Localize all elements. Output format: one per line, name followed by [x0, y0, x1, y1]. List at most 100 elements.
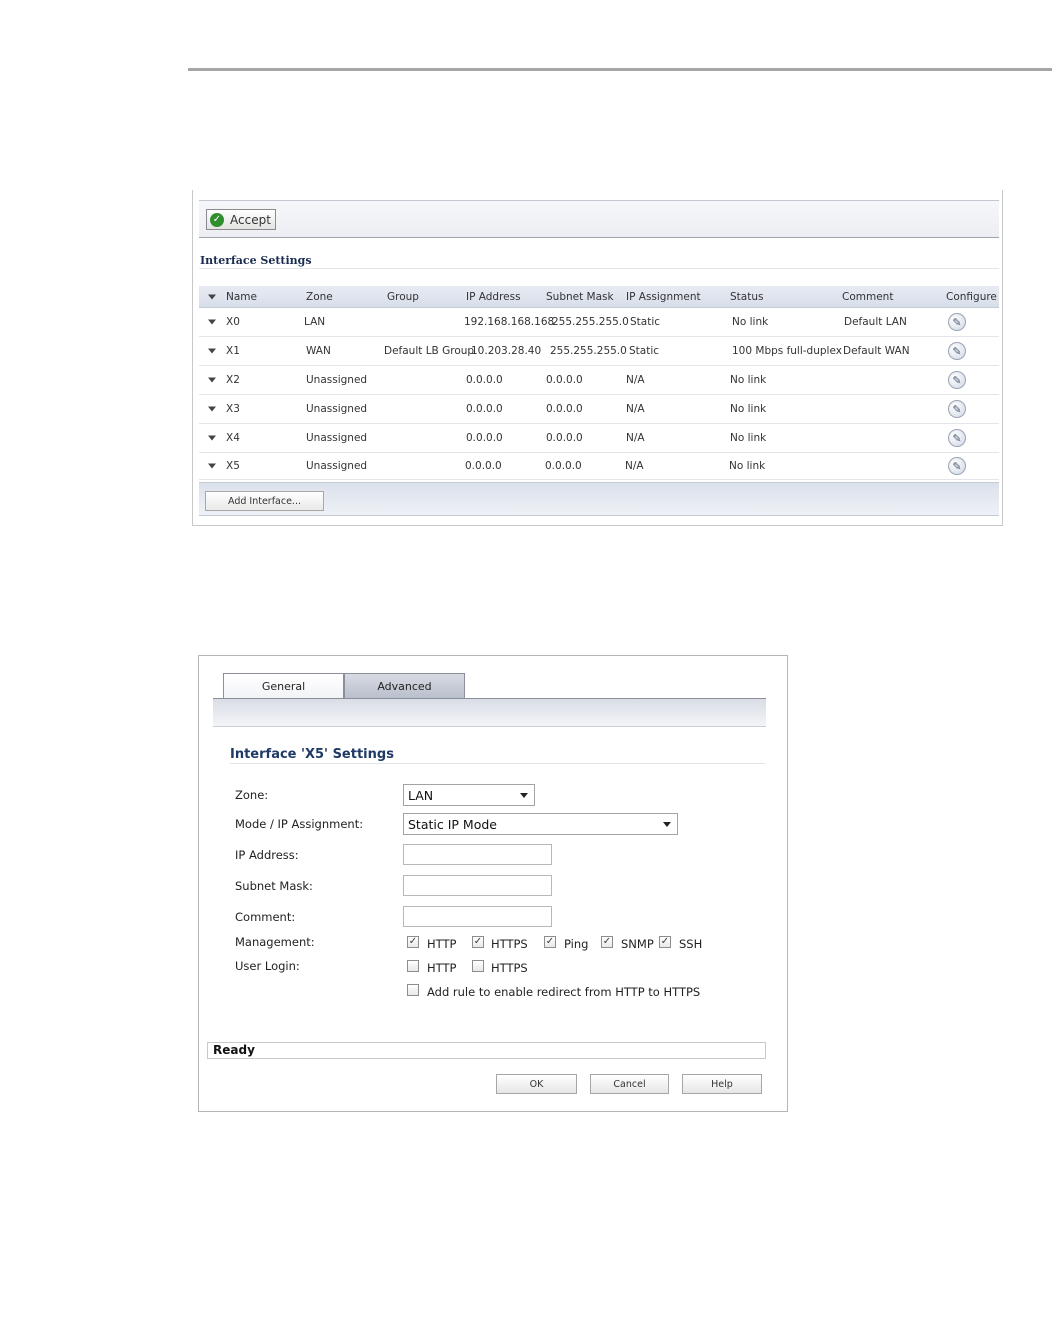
user-login-http-checkbox[interactable] [407, 960, 419, 972]
column-header-name[interactable]: Name [226, 291, 257, 303]
help-button[interactable]: Help [682, 1074, 762, 1094]
user-login-https-label: HTTPS [491, 961, 528, 975]
cell-zone: Unassigned [306, 460, 368, 472]
cell-ip-assignment: N/A [626, 374, 645, 386]
divider [199, 268, 999, 269]
column-header-status[interactable]: Status [730, 291, 763, 303]
expand-triangle-icon[interactable] [208, 319, 216, 325]
zone-select[interactable]: LAN [403, 784, 535, 806]
accept-button-label: Accept [230, 212, 271, 227]
cell-status: No link [730, 432, 767, 444]
interface-settings-panel: ✓ Accept Interface Settings Name Zone Gr… [192, 190, 1003, 526]
comment-input[interactable] [403, 906, 552, 927]
cell-ip-address: 0.0.0.0 [466, 374, 503, 386]
table-row[interactable]: X0 LAN 192.168.168.168 255.255.255.0 Sta… [199, 308, 999, 337]
expand-triangle-icon[interactable] [208, 377, 216, 383]
column-header-ip-address[interactable]: IP Address [466, 291, 521, 303]
table-row[interactable]: X5 Unassigned 0.0.0.0 0.0.0.0 N/A No lin… [199, 453, 999, 480]
sort-triangle-icon[interactable] [208, 294, 216, 299]
cell-status: 100 Mbps full-duplex [732, 345, 842, 357]
configure-pencil-icon[interactable]: ✎ [948, 400, 966, 418]
configure-pencil-icon[interactable]: ✎ [948, 371, 966, 389]
cell-ip-address: 192.168.168.168 [464, 316, 555, 328]
column-header-ip-assignment[interactable]: IP Assignment [626, 291, 701, 303]
management-ping-checkbox[interactable]: ✓ [544, 936, 556, 948]
cell-ip-address: 0.0.0.0 [465, 460, 502, 472]
cell-name: X1 [226, 345, 240, 357]
chevron-down-icon [663, 822, 671, 827]
cell-comment: Default WAN [843, 345, 910, 357]
user-login-https-checkbox[interactable] [472, 960, 484, 972]
configure-pencil-icon[interactable]: ✎ [948, 342, 966, 360]
management-snmp-label: SNMP [621, 937, 654, 951]
table-footer: Add Interface... [199, 482, 999, 516]
management-label: Management: [235, 935, 315, 949]
section-title: Interface Settings [200, 254, 312, 267]
cell-ip-assignment: N/A [625, 460, 644, 472]
cell-ip-address: 0.0.0.0 [466, 432, 503, 444]
column-header-subnet-mask[interactable]: Subnet Mask [546, 291, 614, 303]
chevron-down-icon [520, 793, 528, 798]
cell-zone: Unassigned [306, 374, 368, 386]
management-http-label: HTTP [427, 937, 457, 951]
column-header-group[interactable]: Group [387, 291, 419, 303]
dialog-title: Interface 'X5' Settings [230, 747, 394, 762]
management-ssh-label: SSH [679, 937, 703, 951]
expand-triangle-icon[interactable] [208, 348, 216, 354]
management-snmp-checkbox[interactable]: ✓ [601, 936, 613, 948]
check-icon: ✓ [210, 212, 224, 227]
management-https-checkbox[interactable]: ✓ [472, 936, 484, 948]
column-header-comment[interactable]: Comment [842, 291, 893, 303]
cell-subnet-mask: 0.0.0.0 [546, 374, 583, 386]
cell-subnet-mask: 0.0.0.0 [546, 403, 583, 415]
cell-name: X5 [226, 460, 240, 472]
tab-advanced[interactable]: Advanced [344, 673, 465, 698]
mode-select-value: Static IP Mode [408, 816, 497, 832]
user-login-label: User Login: [235, 959, 300, 973]
status-bar: Ready [207, 1042, 766, 1059]
cell-status: No link [732, 316, 769, 328]
column-header-configure: Configure [946, 290, 997, 303]
ok-button[interactable]: OK [496, 1074, 577, 1094]
table-row[interactable]: X2 Unassigned 0.0.0.0 0.0.0.0 N/A No lin… [199, 366, 999, 395]
management-ssh-checkbox[interactable]: ✓ [659, 936, 671, 948]
column-header-zone[interactable]: Zone [306, 291, 333, 303]
configure-pencil-icon[interactable]: ✎ [948, 457, 966, 475]
tab-general[interactable]: General [223, 673, 344, 699]
cell-status: No link [730, 403, 767, 415]
cell-comment: Default LAN [844, 316, 907, 328]
table-row[interactable]: X4 Unassigned 0.0.0.0 0.0.0.0 N/A No lin… [199, 424, 999, 453]
tab-strip [213, 698, 766, 727]
cell-zone: WAN [306, 345, 331, 357]
subnet-mask-input[interactable] [403, 875, 552, 896]
cell-status: No link [729, 460, 766, 472]
add-interface-button[interactable]: Add Interface... [205, 491, 324, 511]
cell-group: Default LB Group [384, 345, 475, 357]
table-row[interactable]: X3 Unassigned 0.0.0.0 0.0.0.0 N/A No lin… [199, 395, 999, 424]
cell-ip-assignment: N/A [626, 403, 645, 415]
cell-name: X3 [226, 403, 240, 415]
cancel-button[interactable]: Cancel [590, 1074, 669, 1094]
accept-button[interactable]: ✓ Accept [206, 209, 276, 230]
cell-name: X2 [226, 374, 240, 386]
expand-triangle-icon[interactable] [208, 463, 216, 469]
cell-name: X0 [226, 316, 240, 328]
expand-triangle-icon[interactable] [208, 435, 216, 441]
table-row[interactable]: X1 WAN Default LB Group 10.203.28.40 255… [199, 337, 999, 366]
interfaces-table: Name Zone Group IP Address Subnet Mask I… [199, 286, 999, 480]
redirect-checkbox[interactable] [407, 984, 419, 996]
zone-label: Zone: [235, 788, 269, 802]
cell-status: No link [730, 374, 767, 386]
configure-pencil-icon[interactable]: ✎ [948, 313, 966, 331]
management-ping-label: Ping [564, 937, 589, 951]
zone-select-value: LAN [408, 787, 434, 803]
configure-pencil-icon[interactable]: ✎ [948, 429, 966, 447]
ip-address-label: IP Address: [235, 848, 299, 862]
mode-select[interactable]: Static IP Mode [403, 813, 678, 835]
expand-triangle-icon[interactable] [208, 406, 216, 412]
cell-subnet-mask: 255.255.255.0 [550, 345, 627, 357]
cell-ip-assignment: Static [629, 345, 660, 357]
ip-address-input[interactable] [403, 844, 552, 865]
cell-ip-assignment: N/A [626, 432, 645, 444]
management-http-checkbox[interactable]: ✓ [407, 936, 419, 948]
